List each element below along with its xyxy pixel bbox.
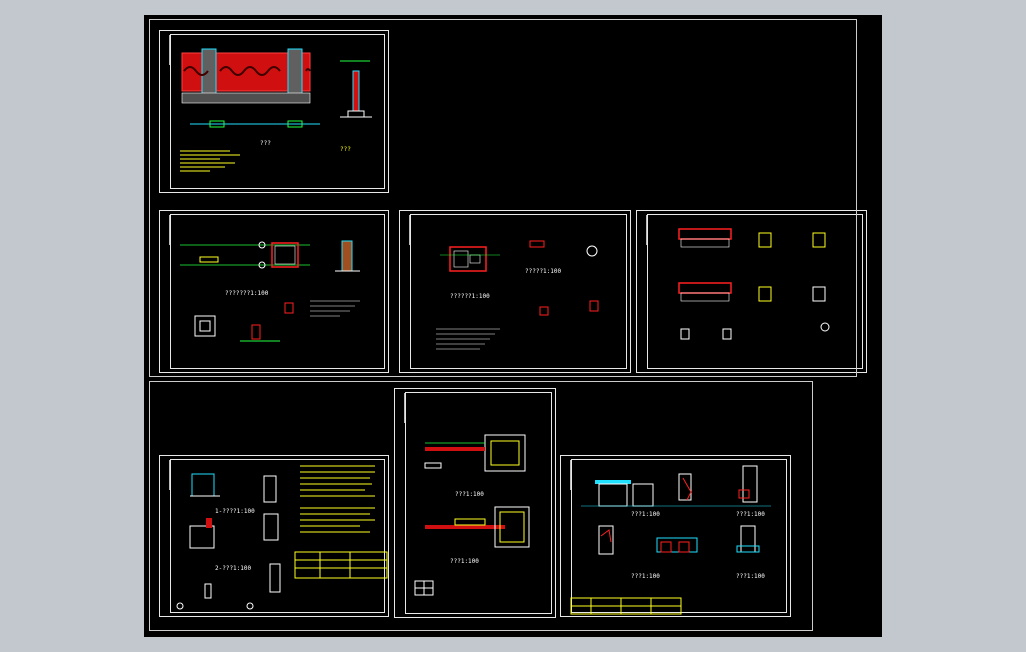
- fence-elevation-drawing: [180, 48, 372, 172]
- scale-label-a: ???1:100: [631, 511, 660, 518]
- scale-label-1: 1-????1:100: [215, 508, 255, 515]
- column-plan-drawing: [180, 240, 360, 342]
- scale-label-elev: ???1:100: [450, 558, 479, 565]
- drawing-sheet-fence-elevation[interactable]: ??? ???: [159, 30, 389, 193]
- note-label: ???: [340, 146, 351, 153]
- drawing-sheet-elevations[interactable]: ???1:100 ???1:100 ???1:100 ???1:100: [560, 455, 791, 617]
- drawing-sheet-column-plan[interactable]: ???????1:100: [159, 210, 389, 373]
- elevations-drawing: [570, 465, 771, 615]
- guardhouse-plan-drawing: [436, 240, 599, 350]
- scale-label: ???: [260, 140, 271, 147]
- scale-label: ???????1:100: [225, 290, 269, 297]
- drawing-sheet-guardhouse-plan[interactable]: ??????1:100 ?????1:100: [399, 210, 631, 373]
- details-drawing: [678, 228, 830, 340]
- cad-model-viewport[interactable]: ??? ??? ???????1:100 ??????1:100 ?????1:…: [144, 15, 882, 637]
- drawing-sheet-sections[interactable]: 1-????1:100 2-???1:100: [159, 455, 389, 617]
- scale-label-d: ???1:100: [736, 573, 765, 580]
- scale-label-roof: ?????1:100: [525, 268, 562, 275]
- sections-drawing: [176, 465, 388, 610]
- scale-label-b: ???1:100: [736, 511, 765, 518]
- scale-label-2: 2-???1:100: [215, 565, 252, 572]
- drawing-sheet-gate-plan[interactable]: ???1:100 ???1:100: [394, 388, 556, 618]
- scale-label-plan: ???1:100: [455, 491, 484, 498]
- drawing-sheet-details[interactable]: [636, 210, 867, 373]
- scale-label-c: ???1:100: [631, 573, 660, 580]
- gate-plan-drawing: [414, 434, 530, 596]
- scale-label-plan: ??????1:100: [450, 293, 490, 300]
